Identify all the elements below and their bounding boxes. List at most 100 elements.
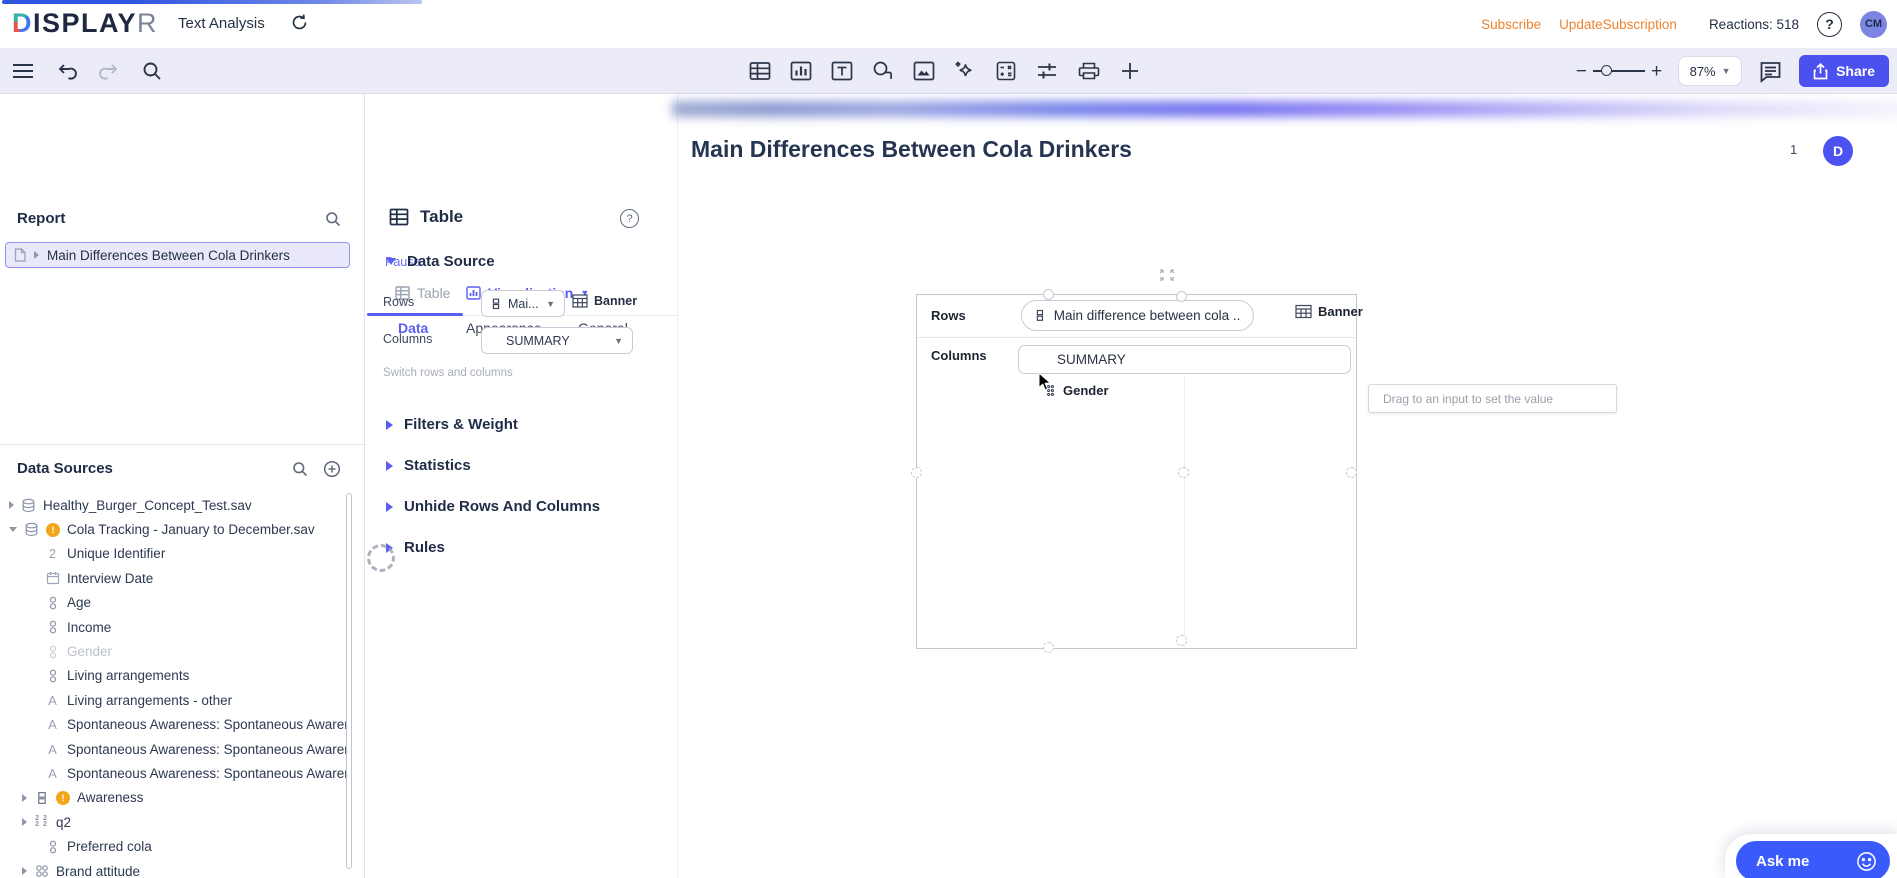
section-rules[interactable]: Rules bbox=[386, 539, 445, 556]
page-avatar[interactable]: D bbox=[1823, 136, 1853, 166]
section-label: Rules bbox=[404, 539, 445, 556]
search-icon[interactable] bbox=[142, 61, 162, 81]
move-handle-icon[interactable] bbox=[1158, 268, 1176, 282]
report-search-icon[interactable] bbox=[325, 211, 341, 227]
tree-item-dataset[interactable]: ! Cola Tracking - January to December.sa… bbox=[0, 517, 348, 541]
triangle-down-icon bbox=[386, 258, 396, 265]
resize-handle[interactable] bbox=[1176, 635, 1187, 646]
widget-columns-label: Columns bbox=[931, 348, 987, 363]
tree-item-variable[interactable]: Gender bbox=[0, 639, 348, 663]
main-toolbar: − + 87% ▼ Share bbox=[0, 48, 1897, 94]
tree-item-variable[interactable]: 2 Unique Identifier bbox=[0, 542, 348, 566]
insert-toolbar bbox=[748, 48, 1141, 94]
insert-table-icon[interactable] bbox=[748, 60, 772, 82]
chevron-right-icon[interactable] bbox=[22, 818, 27, 827]
tree-item-variable[interactable]: Interview Date bbox=[0, 566, 348, 590]
ordinal-icon bbox=[45, 596, 60, 610]
resize-handle[interactable] bbox=[1176, 291, 1187, 302]
chevron-right-icon[interactable] bbox=[22, 867, 27, 876]
resize-handle[interactable] bbox=[1043, 642, 1054, 653]
tree-item-label: Living arrangements - other bbox=[67, 692, 233, 708]
resize-handle[interactable] bbox=[1178, 467, 1189, 478]
filter-sliders-icon[interactable] bbox=[1035, 60, 1059, 82]
scrollbar[interactable] bbox=[346, 493, 352, 869]
comments-icon[interactable] bbox=[1758, 60, 1783, 83]
menu-icon[interactable] bbox=[12, 62, 34, 80]
tree-item-variable[interactable]: A Spontaneous Awareness: Spontaneous Awa… bbox=[0, 737, 348, 761]
section-data-source[interactable]: Data Source bbox=[386, 253, 495, 270]
ai-sparkle-icon[interactable] bbox=[953, 60, 977, 82]
help-icon[interactable]: ? bbox=[1817, 11, 1842, 37]
page-title[interactable]: Main Differences Between Cola Drinkers bbox=[691, 136, 1132, 163]
triangle-right-icon bbox=[386, 460, 393, 471]
report-item-selected[interactable]: Main Differences Between Cola Drinkers bbox=[5, 242, 350, 268]
resize-handle[interactable] bbox=[1043, 289, 1054, 300]
tree-item-dataset[interactable]: Healthy_Burger_Concept_Test.sav bbox=[0, 493, 348, 517]
widget-rows-input[interactable]: Main difference between cola ... bbox=[1021, 300, 1254, 331]
insert-shape-icon[interactable] bbox=[871, 60, 895, 82]
zoom-slider[interactable]: − + bbox=[1576, 62, 1662, 81]
loading-bar bbox=[2, 0, 422, 4]
widget-banner-button[interactable]: Banner bbox=[1295, 304, 1363, 319]
widget-drag-item[interactable]: Gender bbox=[1046, 383, 1109, 398]
chevron-down-icon[interactable] bbox=[9, 527, 17, 533]
zoom-level-dropdown[interactable]: 87% ▼ bbox=[1678, 56, 1743, 86]
banner-button[interactable]: Banner bbox=[572, 294, 637, 308]
redo-icon[interactable] bbox=[99, 62, 120, 81]
update-subscription-link[interactable]: UpdateSubscription bbox=[1559, 17, 1677, 32]
tree-item-variable[interactable]: A Living arrangements - other bbox=[0, 688, 348, 712]
text-variable-icon: A bbox=[48, 692, 57, 708]
section-statistics[interactable]: Statistics bbox=[386, 457, 471, 474]
binary-grid-icon bbox=[34, 791, 49, 805]
resize-handle[interactable] bbox=[911, 467, 922, 478]
data-sources-search-icon[interactable] bbox=[292, 461, 308, 477]
calendar-icon bbox=[45, 571, 60, 585]
calculator-icon[interactable] bbox=[994, 60, 1018, 82]
widget-columns-input[interactable]: SUMMARY bbox=[1018, 345, 1351, 374]
chevron-right-icon[interactable] bbox=[34, 251, 39, 259]
columns-dropdown-value: SUMMARY bbox=[506, 333, 570, 348]
tree-item-variable[interactable]: A Spontaneous Awareness: Spontaneous Awa… bbox=[0, 713, 348, 737]
zoom-slider-knob[interactable] bbox=[1600, 65, 1612, 76]
subscribe-link[interactable]: Subscribe bbox=[1481, 17, 1541, 32]
undo-icon[interactable] bbox=[56, 62, 77, 81]
table-widget[interactable]: Rows Main difference between cola ... Ba… bbox=[911, 289, 1363, 653]
add-icon[interactable] bbox=[1119, 60, 1141, 82]
resize-handle[interactable] bbox=[1346, 467, 1357, 478]
user-avatar[interactable]: CM bbox=[1860, 10, 1887, 38]
widget-banner-label: Banner bbox=[1318, 304, 1363, 319]
ask-me-button[interactable]: Ask me bbox=[1736, 841, 1890, 878]
columns-dropdown[interactable]: SUMMARY ▼ bbox=[481, 327, 633, 354]
tree-item-variable[interactable]: A Spontaneous Awareness: Spontaneous Awa… bbox=[0, 761, 348, 785]
refresh-icon[interactable] bbox=[290, 13, 309, 32]
chevron-right-icon[interactable] bbox=[22, 793, 27, 802]
section-unhide-rows-columns[interactable]: Unhide Rows And Columns bbox=[386, 498, 600, 515]
tree-item-variable[interactable]: Living arrangements bbox=[0, 664, 348, 688]
tree-item-variable[interactable]: Preferred cola bbox=[0, 834, 348, 858]
database-icon bbox=[21, 498, 36, 513]
share-button[interactable]: Share bbox=[1799, 55, 1889, 87]
zoom-slider-track[interactable] bbox=[1592, 65, 1645, 76]
insert-text-icon[interactable] bbox=[830, 60, 854, 82]
tree-item-question[interactable]: ! Awareness bbox=[0, 786, 348, 810]
help-icon[interactable]: ? bbox=[620, 209, 639, 228]
tree-item-question[interactable]: 2 22 2 q2 bbox=[0, 810, 348, 834]
section-filters-weight[interactable]: Filters & Weight bbox=[386, 416, 518, 433]
tree-item-variable[interactable]: Age bbox=[0, 591, 348, 615]
printer-icon[interactable] bbox=[1076, 60, 1102, 82]
zoom-in-icon[interactable]: + bbox=[1651, 62, 1662, 81]
tree-item-question[interactable]: Brand attitude bbox=[0, 859, 348, 878]
chevron-down-icon: ▼ bbox=[1721, 66, 1731, 76]
section-label: Filters & Weight bbox=[404, 416, 518, 433]
add-data-source-icon[interactable] bbox=[323, 460, 341, 478]
document-title: Text Analysis bbox=[178, 15, 265, 32]
data-sources-tree: Healthy_Burger_Concept_Test.sav ! Cola T… bbox=[0, 493, 348, 878]
numeric-grid-icon: 2 22 2 bbox=[35, 814, 48, 829]
insert-chart-icon[interactable] bbox=[789, 60, 813, 82]
rows-dropdown[interactable]: Mai... ▼ bbox=[481, 290, 565, 317]
zoom-out-icon[interactable]: − bbox=[1576, 62, 1587, 81]
switch-rows-columns-link[interactable]: Switch rows and columns bbox=[383, 367, 513, 379]
insert-image-icon[interactable] bbox=[912, 60, 936, 82]
tree-item-variable[interactable]: Income bbox=[0, 615, 348, 639]
chevron-right-icon[interactable] bbox=[9, 501, 14, 510]
